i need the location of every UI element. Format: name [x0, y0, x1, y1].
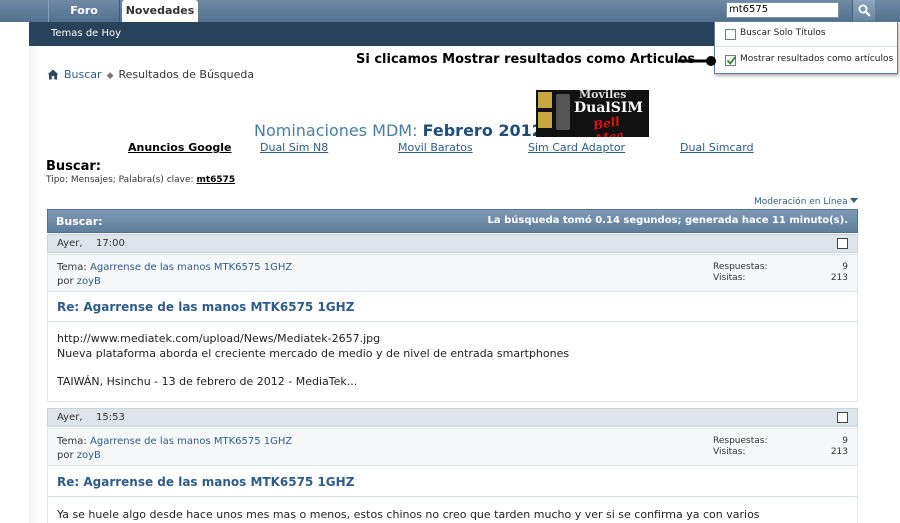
replies-label: Respuestas:	[713, 262, 768, 272]
tab-foro[interactable]: Foro	[48, 0, 120, 22]
breadcrumb-separator-icon: ◆	[106, 71, 114, 81]
banner-title-month: Febrero 2012	[422, 121, 543, 140]
ad-link-sim-card-adaptor[interactable]: Sim Card Adaptor	[528, 141, 625, 154]
titles-only-checkbox[interactable]	[725, 29, 736, 40]
views-count: 213	[830, 447, 848, 457]
author-label: por	[57, 450, 74, 461]
ad-link-movil-baratos[interactable]: Movil Baratos	[398, 141, 473, 154]
author-link[interactable]: zoyB	[77, 450, 101, 461]
post-body-line: http://www.mediatek.com/upload/News/Medi…	[57, 332, 381, 345]
post-body-line: Nueva plataforma aborda el creciente mer…	[57, 347, 570, 360]
panel-shadow	[29, 46, 39, 523]
phone-icon	[556, 94, 570, 130]
google-ads-row: Anuncios Google Dual Sim N8 Movil Barato…	[0, 141, 900, 155]
post-time: 15:53	[96, 412, 125, 423]
home-icon[interactable]	[47, 69, 59, 80]
checkmark-icon	[726, 56, 737, 65]
views-label: Visitas:	[713, 273, 746, 283]
tab-novedades[interactable]: Novedades	[122, 0, 198, 22]
top-navbar: Foro Novedades mt6575	[0, 0, 900, 22]
sim-card-icon	[538, 112, 552, 128]
ads-label[interactable]: Anuncios Google	[128, 141, 231, 154]
banner-title[interactable]: Nominaciones MDM: Febrero 2012	[254, 121, 543, 140]
post-meta: Tema: Agarrense de las manos MTK6575 1GH…	[47, 254, 858, 292]
post-thread: Tema: Agarrense de las manos MTK6575 1GH…	[57, 436, 292, 447]
search-heading: Buscar:	[46, 159, 101, 174]
banner-title-prefix: Nominaciones MDM:	[254, 121, 418, 140]
replies-count: 9	[842, 262, 848, 272]
post-date: Ayer,	[57, 238, 83, 249]
post-author: por zoyB	[57, 276, 101, 287]
show-as-posts-label: Mostrar resultados como artículos	[740, 54, 894, 64]
option-titles-only[interactable]: Buscar Solo Títulos	[715, 23, 897, 47]
thread-label: Tema:	[57, 262, 87, 273]
post-date: Ayer,	[57, 412, 83, 423]
ad-link-dual-sim-n8[interactable]: Dual Sim N8	[260, 141, 328, 154]
views-count: 213	[830, 273, 848, 283]
show-as-posts-checkbox[interactable]	[725, 55, 737, 66]
results-bar-stats: La búsqueda tomó 0.14 segundos; generada…	[487, 215, 848, 226]
post-time: 17:00	[96, 238, 125, 249]
results-bar-title: Buscar:	[56, 215, 103, 228]
breadcrumb: Buscar ◆ Resultados de Búsqueda	[47, 68, 254, 81]
ad-link-dual-simcard[interactable]: Dual Simcard	[680, 141, 754, 154]
annotation-text: Si clicamos Mostrar resultados como Arti…	[356, 52, 696, 67]
post-title-link[interactable]: Re: Agarrense de las manos MTK6575 1GHZ	[57, 300, 354, 314]
thread-link[interactable]: Agarrense de las manos MTK6575 1GHZ	[90, 262, 292, 273]
replies-label: Respuestas:	[713, 436, 768, 446]
search-keyword-link[interactable]: mt6575	[196, 175, 235, 185]
breadcrumb-link-buscar[interactable]: Buscar	[64, 68, 102, 81]
search-input[interactable]: mt6575	[726, 2, 839, 18]
post-title-row: Re: Agarrense de las manos MTK6575 1GHZ	[47, 467, 858, 497]
search-type-line: Tipo: Mensajes; Palabra(s) clave: mt6575	[46, 175, 235, 185]
sim-card-icon	[538, 92, 552, 108]
post-header: Ayer, 15:53	[47, 408, 858, 427]
post-meta: Tema: Agarrense de las manos MTK6575 1GH…	[47, 428, 858, 466]
post-author: por zoyB	[57, 450, 101, 461]
post-body: Ya se huele algo desde hace unos mes mas…	[47, 497, 858, 523]
search-options-dropdown: Buscar Solo Títulos Mostrar resultados c…	[714, 21, 898, 74]
thread-label: Tema:	[57, 436, 87, 447]
titles-only-label: Buscar Solo Títulos	[740, 28, 826, 38]
moderation-dropdown[interactable]: Moderación en Línea	[754, 197, 858, 207]
post-select-checkbox[interactable]	[837, 412, 848, 423]
search-button[interactable]	[852, 0, 875, 22]
post-title-link[interactable]: Re: Agarrense de las manos MTK6575 1GHZ	[57, 475, 354, 489]
thread-link[interactable]: Agarrense de las manos MTK6575 1GHZ	[90, 436, 292, 447]
post-header: Ayer, 17:00	[47, 234, 858, 253]
post-thread: Tema: Agarrense de las manos MTK6575 1GH…	[57, 262, 292, 273]
caret-down-icon	[849, 198, 858, 203]
views-label: Visitas:	[713, 447, 746, 457]
moderation-label: Moderación en Línea	[754, 197, 848, 207]
post-body: http://www.mediatek.com/upload/News/Medi…	[47, 322, 858, 402]
option-show-as-posts[interactable]: Mostrar resultados como artículos	[715, 49, 897, 73]
replies-count: 9	[842, 436, 848, 446]
post-select-checkbox[interactable]	[837, 238, 848, 249]
post-body-line: TAIWÁN, Hsinchu - 13 de febrero de 2012 …	[57, 375, 358, 388]
subnav-temas-de-hoy[interactable]: Temas de Hoy	[51, 22, 121, 46]
post-title-row: Re: Agarrense de las manos MTK6575 1GHZ	[47, 292, 858, 322]
arrow-icon	[678, 56, 716, 66]
results-header-bar: Buscar: La búsqueda tomó 0.14 segundos; …	[47, 209, 858, 233]
post-body-line: Ya se huele algo desde hace unos mes mas…	[57, 508, 760, 521]
search-icon	[858, 4, 871, 17]
dualsim-ad-banner[interactable]: Moviles DualSIM Bell Mea	[536, 90, 649, 137]
search-type-text: Tipo: Mensajes; Palabra(s) clave:	[46, 175, 194, 185]
breadcrumb-current: Resultados de Búsqueda	[118, 68, 255, 81]
author-link[interactable]: zoyB	[77, 276, 101, 287]
author-label: por	[57, 276, 74, 287]
